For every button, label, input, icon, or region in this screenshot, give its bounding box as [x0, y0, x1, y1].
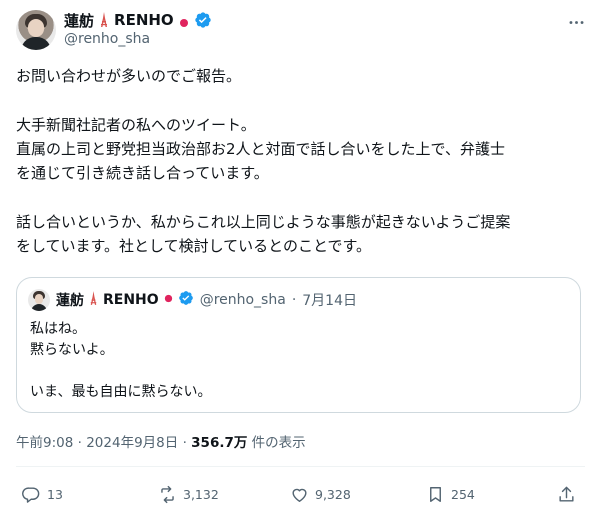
retweet-button[interactable]: 3,132 [158, 483, 219, 505]
bookmark-button[interactable]: 254 [426, 483, 475, 505]
quoted-avatar [28, 289, 50, 311]
tweet-text-line: お問い合わせが多いのでご報告。 [16, 67, 242, 85]
tweet-text-line: をしています。社として検討しているとのことです。 [16, 237, 372, 255]
quoted-separator: · [291, 292, 297, 308]
bookmark-icon [430, 486, 441, 502]
retweet-icon [161, 485, 174, 503]
quoted-text-line: 黙らないよ。 [30, 342, 114, 358]
share-icon [559, 486, 574, 502]
quoted-display-name: 蓮舫 [56, 293, 84, 309]
view-count-label: 件の表示 [251, 435, 306, 451]
verified-badge-icon [178, 290, 194, 310]
tokyo-tower-icon [98, 12, 110, 28]
quoted-display-name-suffix: RENHO [103, 292, 159, 308]
quoted-date: 7月14日 [302, 293, 357, 309]
tokyo-tower-icon [88, 290, 99, 310]
reply-icon [22, 486, 40, 503]
share-button[interactable] [557, 483, 576, 505]
verified-badge-icon[interactable] [194, 11, 212, 29]
quoted-handle: @renho_sha [199, 292, 286, 308]
retweet-count: 3,132 [183, 486, 219, 502]
like-icon [292, 488, 307, 502]
quoted-text-line: いま、最も自由に黙らない。 [30, 384, 212, 400]
more-icon[interactable] [562, 8, 590, 36]
tweet-time[interactable]: 午前9:08 [16, 435, 73, 451]
tweet-text-line: 直属の上司と野党担当政治部お2人と対面で話し合いをした上で、弁護士 [16, 140, 505, 158]
author-display-name-suffix[interactable]: RENHO [114, 11, 174, 29]
tweet-text-line: 大手新聞社記者の私へのツイート。 [16, 116, 256, 134]
tweet: 蓮舫 RENHO @renho_sha お問い合わせが多いのでご報告。 大手新聞… [0, 0, 601, 524]
bookmark-count: 254 [451, 486, 475, 502]
view-count: 356.7万 [191, 435, 248, 451]
like-count: 9,328 [315, 486, 351, 502]
tweet-text-line: を通じて引き続き話し合っています。 [16, 164, 269, 182]
like-button[interactable]: 9,328 [290, 483, 351, 505]
japan-flag-icon [178, 14, 190, 27]
meta-separator: · [182, 435, 187, 451]
meta-separator: · [77, 435, 82, 451]
quoted-tweet[interactable]: 蓮舫 RENHO @renho_sha · 7月14日 私はね。 黙らないよ。 … [16, 277, 581, 413]
avatar[interactable] [16, 10, 56, 50]
quoted-header: 蓮舫 RENHO @renho_sha · 7月14日 [56, 290, 357, 310]
quoted-text-line: 私はね。 [30, 321, 86, 337]
author-name-row[interactable]: 蓮舫 RENHO [64, 10, 212, 30]
author-display-name[interactable]: 蓮舫 [64, 10, 94, 31]
reply-button[interactable]: 13 [22, 483, 63, 505]
reply-count: 13 [47, 486, 63, 502]
tweet-metadata: 午前9:08 · 2024年9月8日 · 356.7万 件の表示 [16, 431, 306, 451]
tweet-text-line: 話し合いというか、私からこれ以上同じような事態が起きないようご提案 [16, 213, 511, 231]
japan-flag-icon [163, 292, 174, 308]
divider [16, 466, 585, 467]
tweet-date[interactable]: 2024年9月8日 [86, 435, 178, 451]
author-handle[interactable]: @renho_sha [64, 31, 150, 47]
